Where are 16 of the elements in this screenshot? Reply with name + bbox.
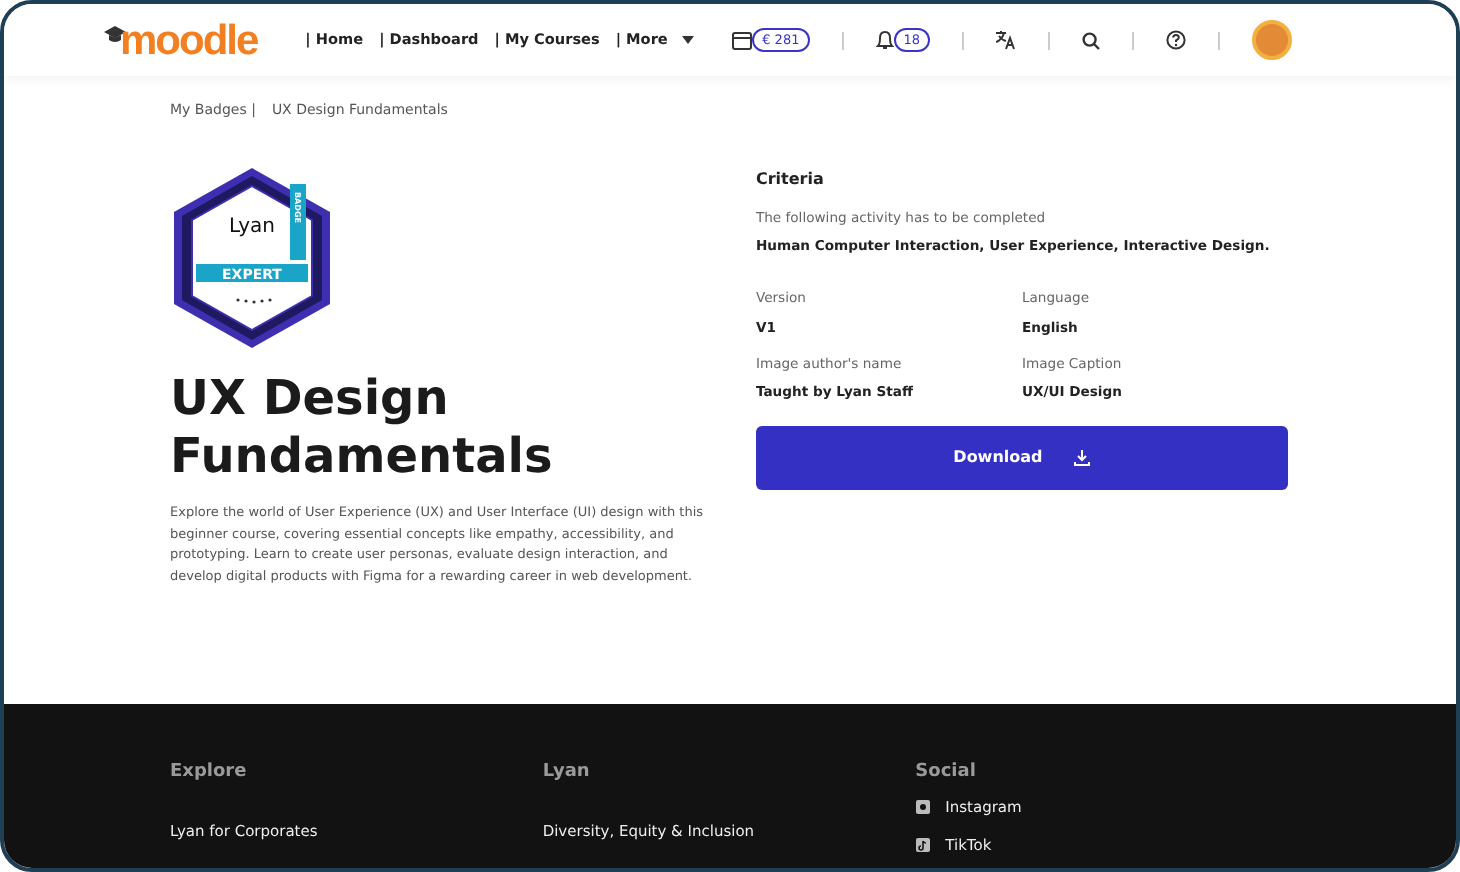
help-icon[interactable] [1166, 30, 1186, 50]
section-heading: Criteria [755, 168, 826, 192]
download-button[interactable]: Download [755, 426, 1288, 491]
footer-heading: Explore [170, 760, 249, 786]
wallet-icon[interactable] [732, 31, 753, 49]
footer-heading: Lyan [542, 760, 592, 786]
footer-heading: Social [915, 760, 978, 786]
instagram-icon [915, 799, 930, 814]
avatar[interactable] [1252, 20, 1292, 60]
search-icon[interactable] [1082, 31, 1100, 49]
translate-icon[interactable] [996, 30, 1016, 50]
tiktok-icon [915, 837, 930, 852]
page-title: UX Design Fundamentals [170, 369, 555, 487]
download-icon [1074, 450, 1091, 467]
graduation-cap-icon [104, 25, 126, 43]
bell-icon[interactable] [875, 30, 894, 50]
